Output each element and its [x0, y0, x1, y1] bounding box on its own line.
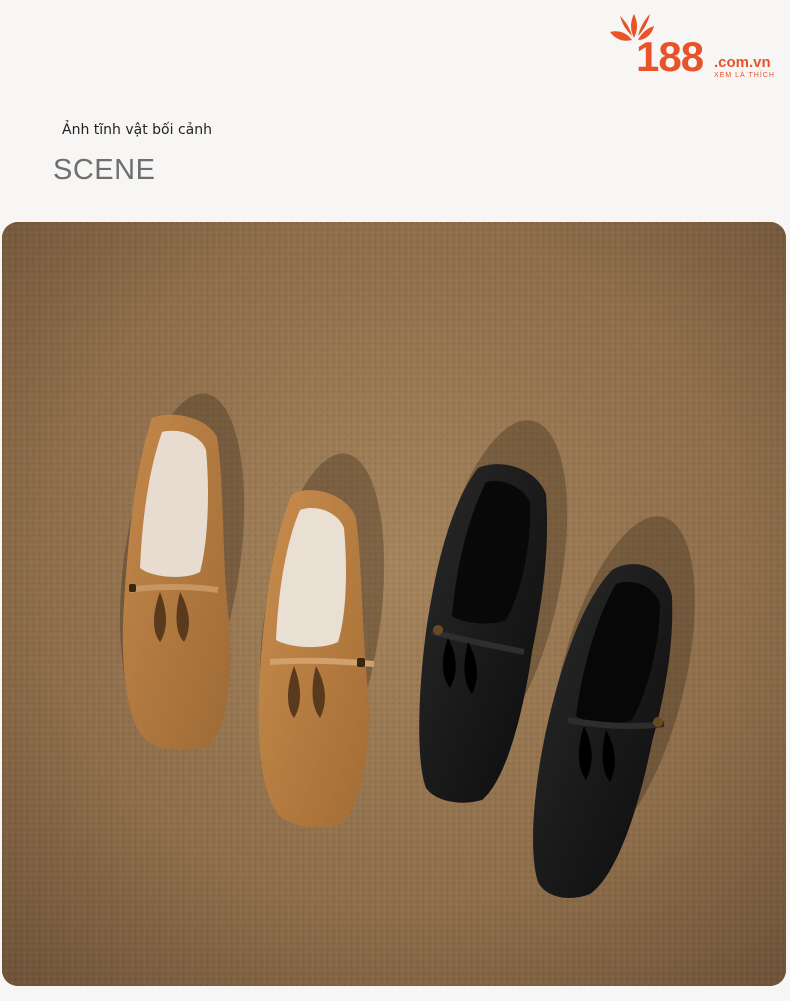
section-subtitle: Ảnh tĩnh vật bối cảnh	[62, 122, 212, 138]
shoes-scene-image	[2, 222, 786, 986]
brand-number: 188	[636, 33, 704, 80]
brand-logo[interactable]: 188 .com.vn XEM LÀ THÍCH	[606, 12, 784, 84]
section-title: SCENE	[53, 154, 156, 186]
product-photo	[2, 222, 786, 986]
brand-domain: .com.vn	[714, 54, 771, 71]
brand-slogan: XEM LÀ THÍCH	[714, 72, 775, 79]
